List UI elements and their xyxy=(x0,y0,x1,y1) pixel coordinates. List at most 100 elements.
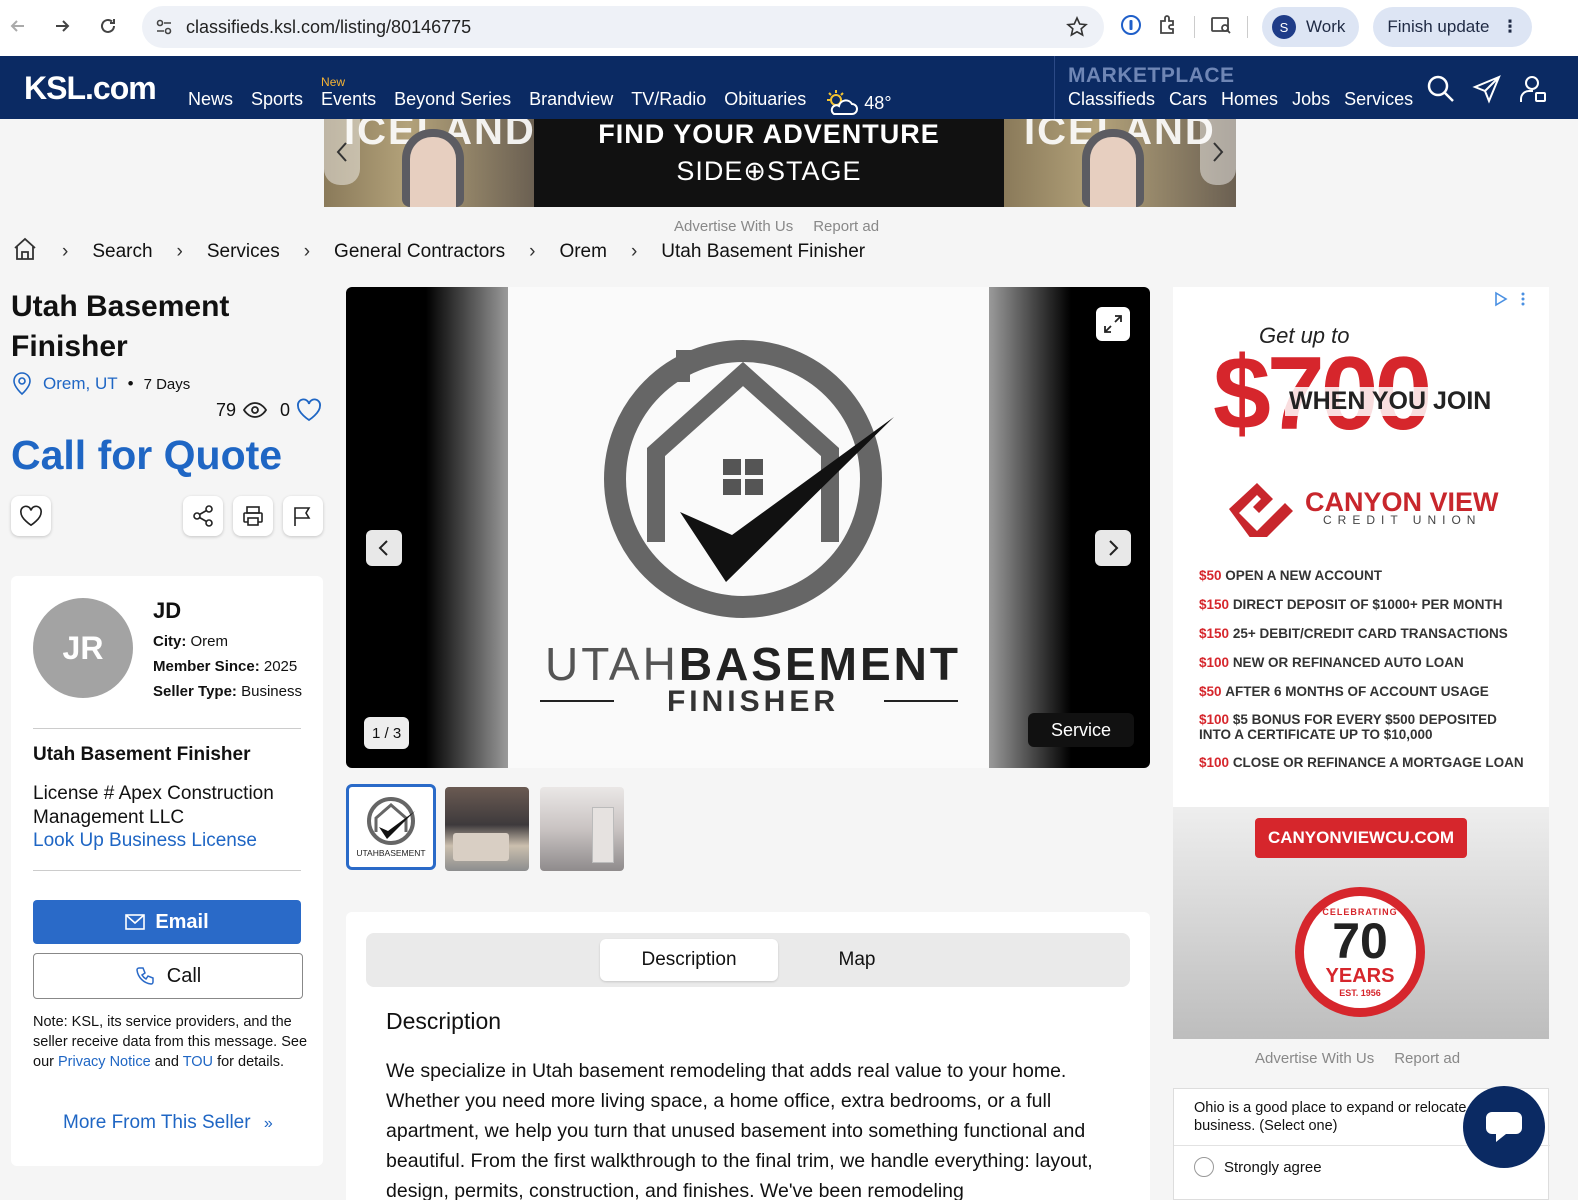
marketplace-title: MARKETPLACE xyxy=(1068,64,1235,87)
tou-link[interactable]: TOU xyxy=(183,1054,213,1070)
nav-news[interactable]: News xyxy=(188,89,233,117)
nav-beyond-series[interactable]: Beyond Series xyxy=(394,89,511,117)
profile-button[interactable]: S Work xyxy=(1262,7,1360,47)
share-button[interactable] xyxy=(183,496,223,536)
ad-when-you-join: WHEN YOU JOIN xyxy=(1285,387,1496,416)
listing-price: Call for Quote xyxy=(11,432,283,478)
image-gallery[interactable]: UTAHBASEMENT FINISHER 1 / 3 Service xyxy=(346,287,1150,768)
breadcrumb-general-contractors[interactable]: General Contractors xyxy=(334,241,505,263)
nav-cars[interactable]: Cars xyxy=(1169,89,1207,110)
nav-sports[interactable]: Sports xyxy=(251,89,303,117)
note-and: and xyxy=(154,1054,179,1070)
password-manager-icon[interactable] xyxy=(1120,14,1142,41)
tab-search-icon[interactable] xyxy=(1209,13,1233,42)
survey-option[interactable]: Strongly agree xyxy=(1194,1157,1322,1177)
radio-button[interactable] xyxy=(1194,1157,1214,1177)
ad-brand-sub: CREDIT UNION xyxy=(1323,513,1482,527)
chevron-right-icon: › xyxy=(529,241,536,262)
logo-rule-right xyxy=(884,700,958,702)
side-ad[interactable]: Get up to $700 WHEN YOU JOIN CANYON VIEW… xyxy=(1173,287,1549,1039)
banner-headline: FIND YOUR ADVENTURE xyxy=(598,119,940,149)
chevron-right-icon: › xyxy=(303,241,311,262)
ad-url-button[interactable]: CANYONVIEWCU.COM xyxy=(1255,818,1467,858)
finish-update-button[interactable]: Finish update ⋮ xyxy=(1373,7,1533,47)
top-banner-ad[interactable]: ICELAND FIND YOUR ADVENTURE SIDE⊕STAGE I… xyxy=(324,119,1236,207)
flag-icon xyxy=(294,507,311,526)
favorite-button[interactable] xyxy=(11,496,51,536)
chat-button[interactable] xyxy=(1463,1086,1545,1168)
nav-jobs[interactable]: Jobs xyxy=(1292,89,1330,110)
nav-classifieds[interactable]: Classifieds xyxy=(1068,89,1155,110)
account-icon[interactable] xyxy=(1518,74,1548,109)
seal-est-text: EST. 1956 xyxy=(1339,987,1381,998)
seller-type: Seller Type: Business xyxy=(153,683,302,700)
address-bar[interactable]: classifieds.ksl.com/listing/80146775 xyxy=(142,6,1104,48)
more-from-seller-link[interactable]: More From This Seller » xyxy=(63,1112,273,1134)
chevron-right-icon: › xyxy=(62,241,69,262)
gallery-prev-button[interactable] xyxy=(366,530,402,566)
new-badge: New xyxy=(321,75,346,89)
thumbnail-logo-image: UTAHBASEMENT xyxy=(356,797,426,858)
banner-person-image xyxy=(402,129,464,207)
reload-icon[interactable] xyxy=(90,8,126,44)
nav-tv-radio[interactable]: TV/Radio xyxy=(631,89,706,117)
home-icon[interactable] xyxy=(12,236,38,268)
report-ad-link[interactable]: Report ad xyxy=(813,218,879,235)
nav-events[interactable]: Events xyxy=(321,89,376,109)
thumbnail-1[interactable]: UTAHBASEMENT xyxy=(346,784,436,870)
call-button[interactable]: Call xyxy=(33,953,303,999)
breadcrumb-search[interactable]: Search xyxy=(92,241,152,263)
divider xyxy=(33,728,301,729)
banner-prev-button[interactable] xyxy=(324,119,360,185)
location-pin-icon xyxy=(13,372,31,396)
nav-services[interactable]: Services xyxy=(1344,89,1413,110)
thumbnail-2[interactable] xyxy=(445,787,529,871)
fullscreen-button[interactable] xyxy=(1096,307,1130,341)
ad-offer-item: $100 NEW OR REFINANCED AUTO LOAN xyxy=(1199,655,1464,670)
tab-description[interactable]: Description xyxy=(600,939,778,981)
ad-offer-item: $50 AFTER 6 MONTHS OF ACCOUNT USAGE xyxy=(1199,684,1489,699)
banner-next-button[interactable] xyxy=(1200,119,1236,185)
send-icon[interactable] xyxy=(1472,74,1502,109)
ksl-logo[interactable]: KSL.com xyxy=(24,70,157,107)
seal-years: YEARS xyxy=(1325,964,1395,987)
chevron-right-icon: › xyxy=(630,241,638,262)
forward-icon[interactable] xyxy=(44,8,80,44)
gallery-next-button[interactable] xyxy=(1095,530,1131,566)
ad-choices-icon[interactable] xyxy=(1493,291,1527,312)
tab-map[interactable]: Map xyxy=(810,939,904,981)
breadcrumb-services[interactable]: Services xyxy=(207,241,280,263)
advertise-link[interactable]: Advertise With Us xyxy=(674,218,793,235)
nav-obituaries[interactable]: Obituaries xyxy=(724,89,806,117)
bookmark-star-icon[interactable] xyxy=(1066,16,1088,43)
back-icon[interactable] xyxy=(0,8,36,44)
profile-label: Work xyxy=(1306,17,1346,36)
thumbnail-3[interactable] xyxy=(540,787,624,871)
look-up-license-link[interactable]: Look Up Business License xyxy=(33,830,257,852)
seller-member-value: 2025 xyxy=(263,658,298,675)
breadcrumb-orem[interactable]: Orem xyxy=(559,241,607,263)
envelope-icon xyxy=(125,914,146,930)
chevron-right-icon: › xyxy=(176,241,183,262)
search-icon[interactable] xyxy=(1426,74,1456,109)
weather-widget[interactable]: 48° xyxy=(824,89,892,117)
extensions-icon[interactable] xyxy=(1156,13,1180,42)
advertise-link[interactable]: Advertise With Us xyxy=(1255,1050,1374,1067)
call-label: Call xyxy=(166,964,202,987)
seal-number: 70 xyxy=(1332,912,1388,969)
print-button[interactable] xyxy=(233,496,273,536)
kebab-menu-icon: ⋮ xyxy=(1501,17,1519,36)
privacy-notice-link[interactable]: Privacy Notice xyxy=(58,1054,151,1070)
report-ad-link[interactable]: Report ad xyxy=(1394,1050,1460,1067)
email-button[interactable]: Email xyxy=(33,900,301,944)
nav-homes[interactable]: Homes xyxy=(1221,89,1278,110)
chevron-right-icon xyxy=(1213,142,1224,162)
report-listing-button[interactable] xyxy=(283,496,323,536)
location-link[interactable]: Orem, UT xyxy=(43,374,118,394)
ad-offer-item: $150 DIRECT DEPOSIT OF $1000+ PER MONTH xyxy=(1199,597,1503,612)
site-settings-icon[interactable] xyxy=(154,17,174,42)
nav-brandview[interactable]: Brandview xyxy=(529,89,613,117)
eye-icon xyxy=(242,402,268,418)
main-nav: News Sports New Events Beyond Series Bra… xyxy=(188,75,892,117)
listing-stats: 79 0 xyxy=(216,398,322,422)
